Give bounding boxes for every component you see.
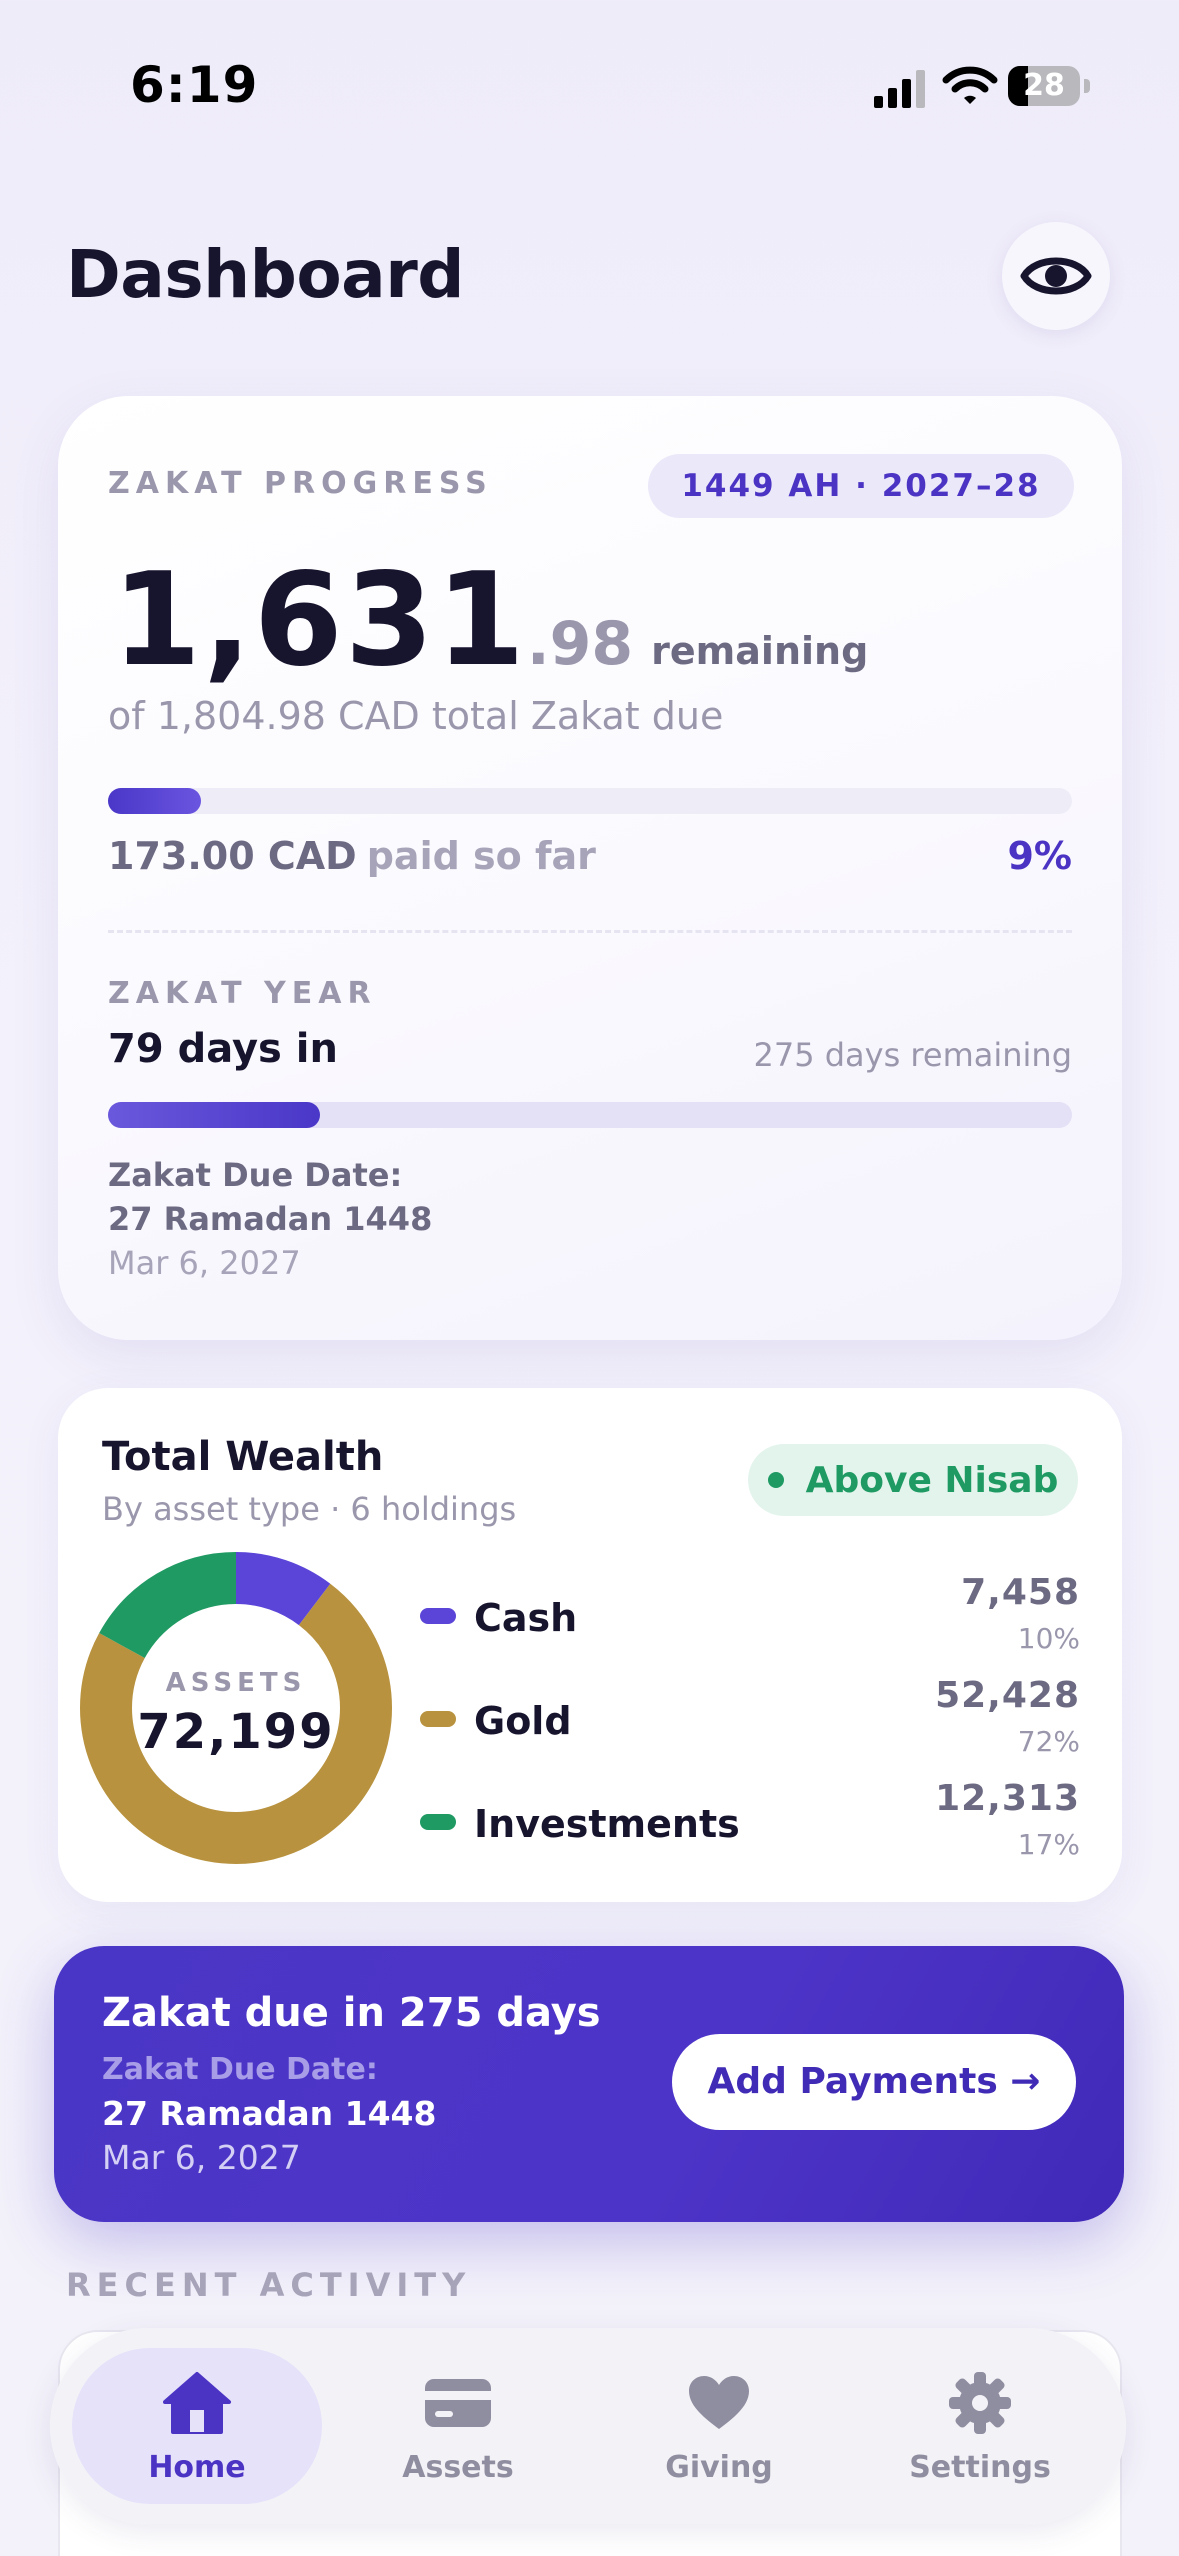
legend-value: 52,428	[935, 1675, 1080, 1716]
tab-assets[interactable]: Assets	[333, 2348, 583, 2504]
signal-icon	[874, 70, 925, 108]
legend-percent: 72%	[1017, 1725, 1080, 1758]
tab-giving[interactable]: Giving	[594, 2348, 844, 2504]
zakat-due-banner: Zakat due in 275 days Zakat Due Date: 27…	[54, 1946, 1124, 2222]
tab-label: Home	[148, 2450, 246, 2485]
legend-percent: 10%	[1017, 1622, 1080, 1655]
legend-name: Gold	[474, 1699, 572, 1743]
eye-icon	[1020, 257, 1092, 295]
gear-icon	[949, 2372, 1011, 2434]
days-remaining: 275 days remaining	[753, 1036, 1072, 1074]
legend-item-cash[interactable]: Cash 7,458 10%	[420, 1572, 1080, 1662]
remaining-word: remaining	[651, 629, 869, 673]
status-bar: 6:19 28	[0, 0, 1179, 170]
status-time: 6:19	[130, 56, 259, 114]
legend-swatch	[420, 1608, 456, 1624]
battery-icon: 28	[1008, 66, 1090, 106]
zakat-progress-label: ZAKAT PROGRESS	[108, 466, 493, 501]
page-title: Dashboard	[66, 236, 465, 313]
wealth-title: Total Wealth	[102, 1434, 384, 1480]
due-date-gregorian: Mar 6, 2027	[108, 1244, 301, 1282]
nisab-status-text: Above Nisab	[805, 1459, 1059, 1501]
cta-due-gregorian: Mar 6, 2027	[102, 2138, 301, 2177]
legend-name: Investments	[474, 1802, 740, 1846]
legend-item-investments[interactable]: Investments 12,313 17%	[420, 1778, 1080, 1868]
zakat-year-label: ZAKAT YEAR	[108, 976, 377, 1011]
battery-level-text: 28	[1023, 68, 1065, 103]
paid-suffix: paid so far	[366, 834, 596, 878]
card-icon	[425, 2379, 491, 2427]
remaining-integer: 1,631	[112, 546, 527, 695]
payment-progress-fill	[108, 788, 201, 814]
cta-due-label: Zakat Due Date:	[102, 2052, 378, 2087]
year-progress-bar	[108, 1102, 1072, 1128]
legend-value: 7,458	[961, 1572, 1080, 1613]
divider	[108, 930, 1072, 933]
home-icon	[163, 2372, 231, 2434]
heart-icon	[689, 2376, 749, 2429]
tab-label: Assets	[402, 2450, 514, 2485]
tab-label: Giving	[665, 2450, 773, 2485]
wifi-icon	[942, 66, 998, 104]
zakat-progress-card[interactable]: ZAKAT PROGRESS 1449 AH · 2027–28 1,631.9…	[58, 396, 1122, 1340]
wealth-subtitle: By asset type · 6 holdings	[102, 1490, 517, 1528]
year-badge[interactable]: 1449 AH · 2027–28	[648, 454, 1074, 518]
total-zakat-due: of 1,804.98 CAD total Zakat due	[108, 694, 724, 738]
tab-settings[interactable]: Settings	[855, 2348, 1105, 2504]
paid-percent: 9%	[1007, 834, 1072, 878]
due-date-label: Zakat Due Date:	[108, 1156, 403, 1194]
add-payments-button[interactable]: Add Payments →	[672, 2034, 1076, 2130]
legend-item-gold[interactable]: Gold 52,428 72%	[420, 1675, 1080, 1765]
nisab-status-badge: Above Nisab	[748, 1444, 1078, 1516]
tab-home[interactable]: Home	[72, 2348, 322, 2504]
donut-total: 72,199	[137, 1704, 335, 1760]
cta-due-hijri: 27 Ramadan 1448	[102, 2094, 437, 2133]
due-date-hijri: 27 Ramadan 1448	[108, 1200, 433, 1238]
paid-amount: 173.00 CAD	[108, 834, 357, 878]
tab-bar: Home Assets Giving Settings	[50, 2328, 1126, 2524]
remaining-amount: 1,631.98 remaining	[112, 546, 868, 695]
total-wealth-card[interactable]: Total Wealth By asset type · 6 holdings …	[58, 1388, 1122, 1902]
legend-percent: 17%	[1017, 1828, 1080, 1861]
donut-label: ASSETS	[165, 1668, 307, 1698]
year-progress-fill	[108, 1102, 321, 1128]
status-dot-icon	[767, 1472, 784, 1488]
recent-activity-label: RECENT ACTIVITY	[66, 2266, 472, 2304]
tab-label: Settings	[909, 2450, 1051, 2485]
remaining-decimal: .98	[526, 609, 634, 679]
legend-swatch	[420, 1711, 456, 1727]
paid-so-far: 173.00 CAD paid so far	[108, 834, 596, 878]
cta-title: Zakat due in 275 days	[102, 1990, 601, 2036]
legend-value: 12,313	[935, 1778, 1080, 1819]
legend-name: Cash	[474, 1596, 578, 1640]
days-in: 79 days in	[108, 1026, 338, 1072]
payment-progress-bar	[108, 788, 1072, 814]
visibility-toggle-button[interactable]	[1002, 222, 1110, 330]
legend-swatch	[420, 1814, 456, 1830]
